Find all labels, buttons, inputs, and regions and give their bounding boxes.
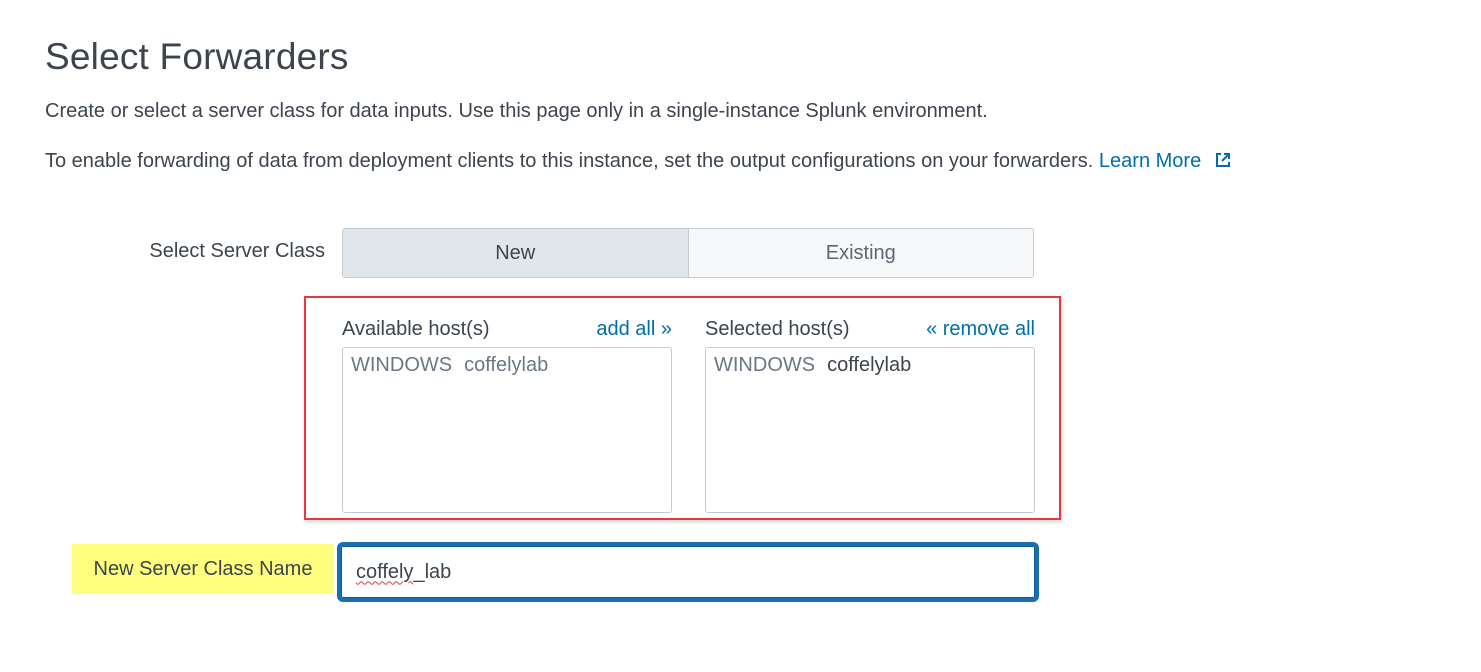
forwarding-note: To enable forwarding of data from deploy…	[45, 150, 1231, 173]
host-name: coffelylab	[827, 354, 912, 376]
hosts-selection-highlight: Available host(s) add all » WINDOWS coffe…	[304, 296, 1061, 520]
available-hosts-list[interactable]: WINDOWS coffelylab	[342, 347, 672, 513]
learn-more-link[interactable]: Learn More	[1099, 150, 1201, 172]
host-name: coffelylab	[464, 354, 549, 376]
new-server-class-name-input[interactable]: coffely_lab	[337, 542, 1039, 602]
server-class-existing-button[interactable]: Existing	[689, 229, 1034, 277]
value-suffix: _lab	[413, 560, 452, 583]
available-hosts-title: Available host(s)	[342, 318, 490, 340]
external-link-icon[interactable]	[1215, 151, 1231, 167]
list-item[interactable]: WINDOWS coffelylab	[714, 352, 1026, 378]
add-all-link[interactable]: add all »	[596, 318, 672, 341]
server-class-toggle: New Existing	[342, 228, 1034, 278]
host-os: WINDOWS	[714, 354, 816, 376]
forwarding-note-text: To enable forwarding of data from deploy…	[45, 150, 1094, 172]
server-class-new-button[interactable]: New	[343, 229, 689, 277]
selected-hosts-title: Selected host(s)	[705, 318, 850, 340]
available-hosts-panel: Available host(s) add all » WINDOWS coffe…	[342, 318, 672, 513]
selected-hosts-panel: Selected host(s) « remove all WINDOWS cof…	[705, 318, 1035, 513]
select-server-class-label: Select Server Class	[149, 240, 325, 262]
selected-hosts-list[interactable]: WINDOWS coffelylab	[705, 347, 1035, 513]
remove-all-link[interactable]: « remove all	[926, 318, 1035, 341]
host-os: WINDOWS	[351, 354, 453, 376]
spellcheck-underlined-text: coffely	[356, 560, 414, 583]
new-server-class-name-label: New Server Class Name	[72, 544, 334, 594]
page-title: Select Forwarders	[45, 36, 349, 77]
page-description: Create or select a server class for data…	[45, 100, 988, 122]
new-server-class-name-value: coffely_lab	[356, 561, 451, 584]
list-item[interactable]: WINDOWS coffelylab	[351, 352, 663, 378]
